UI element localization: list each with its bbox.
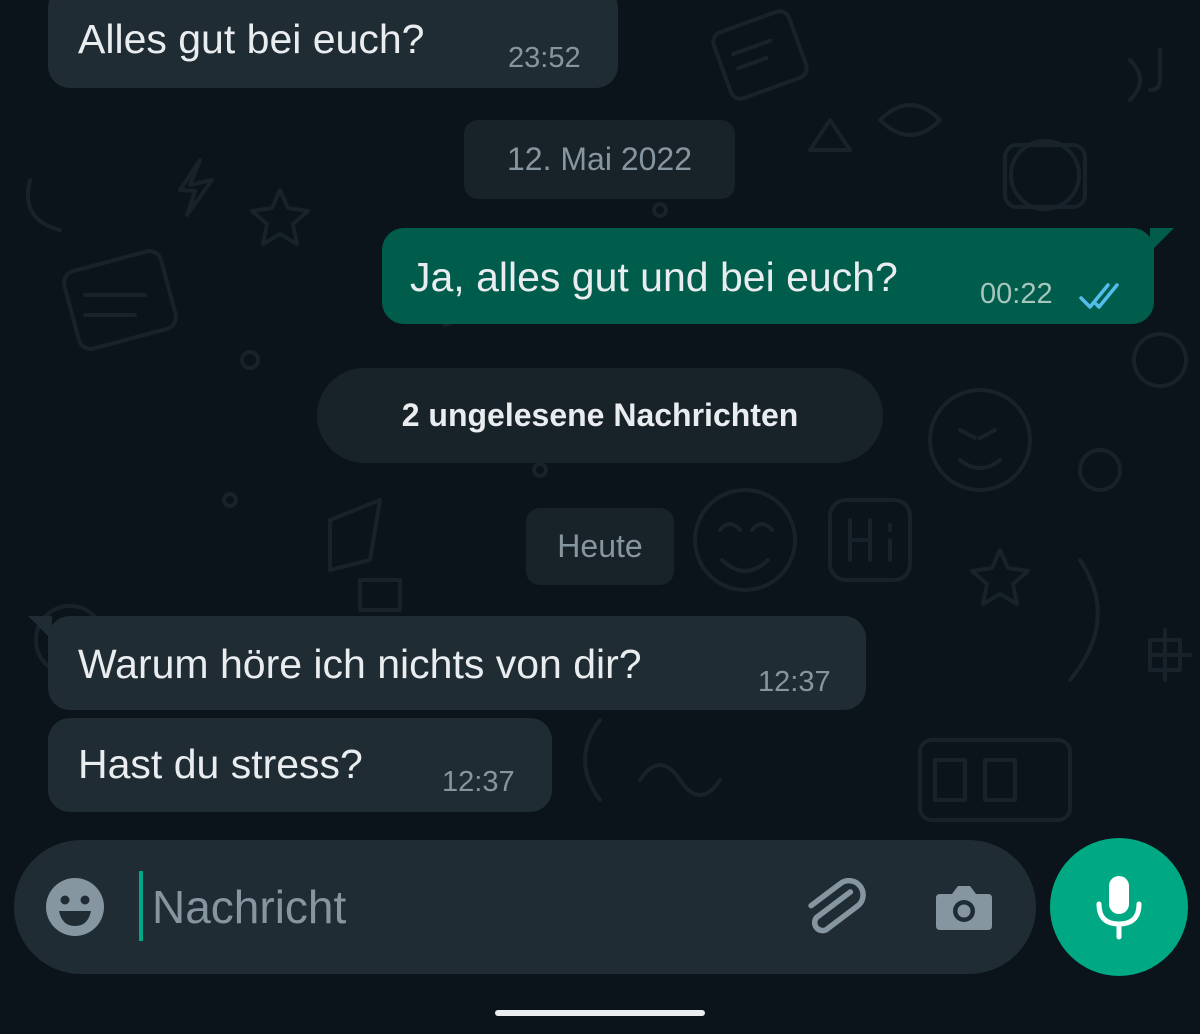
- home-indicator[interactable]: [495, 1010, 705, 1016]
- date-separator: Heute: [526, 508, 674, 585]
- message-bubble-outgoing[interactable]: Ja, alles gut und bei euch? 00:22: [382, 228, 1154, 324]
- message-bubble-incoming[interactable]: Warum höre ich nichts von dir? 12:37: [48, 616, 866, 710]
- message-bubble-incoming[interactable]: Alles gut bei euch? 23:52: [48, 0, 618, 88]
- message-time: 23:52: [508, 42, 581, 74]
- date-separator: 12. Mai 2022: [464, 120, 735, 199]
- voice-message-button[interactable]: [1050, 838, 1188, 976]
- text-caret: [139, 871, 143, 941]
- date-separator-label: 12. Mai 2022: [506, 141, 692, 177]
- unread-messages-label: 2 ungelesene Nachrichten: [401, 397, 799, 433]
- camera-icon[interactable]: [934, 880, 994, 934]
- message-text: Warum höre ich nichts von dir?: [78, 641, 642, 687]
- microphone-icon: [1093, 874, 1145, 940]
- paperclip-icon[interactable]: [802, 878, 868, 938]
- message-text: Hast du stress?: [78, 741, 363, 787]
- message-text: Ja, alles gut und bei euch?: [410, 254, 898, 300]
- read-receipt-icon: [1078, 276, 1130, 309]
- message-input[interactable]: [152, 870, 792, 944]
- message-time: 12:37: [758, 666, 831, 698]
- unread-messages-banner: 2 ungelesene Nachrichten: [317, 368, 883, 463]
- date-separator-label: Heute: [557, 528, 643, 564]
- emoji-icon[interactable]: [44, 876, 106, 938]
- chat-screen: Alles gut bei euch? 23:52 12. Mai 2022 J…: [0, 0, 1200, 1034]
- message-text: Alles gut bei euch?: [78, 16, 425, 62]
- message-time: 12:37: [442, 766, 515, 798]
- message-composer: [14, 840, 1036, 974]
- message-bubble-incoming[interactable]: Hast du stress? 12:37: [48, 718, 552, 812]
- message-time: 00:22: [980, 278, 1053, 310]
